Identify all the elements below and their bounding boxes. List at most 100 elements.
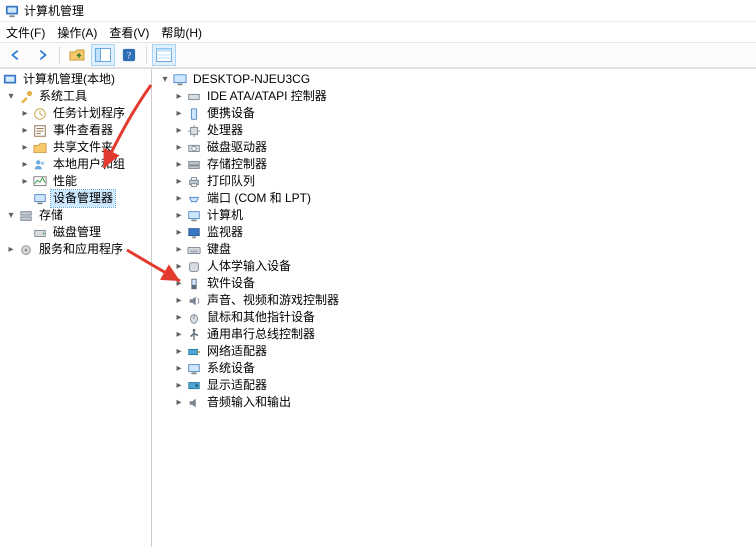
up-button[interactable] bbox=[65, 44, 89, 66]
help-button[interactable]: ? bbox=[117, 44, 141, 66]
node-network-adapters[interactable]: ▸网络适配器 bbox=[152, 343, 756, 360]
node-processors[interactable]: ▸处理器 bbox=[152, 122, 756, 139]
expand-icon[interactable]: ▸ bbox=[4, 243, 18, 257]
tree-label: 便携设备 bbox=[205, 105, 257, 122]
device-tree[interactable]: ▾ DESKTOP-NJEU3CG ▸IDE ATA/ATAPI 控制器 ▸ 便携… bbox=[152, 69, 756, 547]
expand-icon[interactable]: ▸ bbox=[172, 345, 186, 359]
menu-view[interactable]: 查看(V) bbox=[109, 24, 149, 41]
task-scheduler-icon bbox=[32, 106, 48, 122]
node-mice[interactable]: ▸ 鼠标和其他指针设备 bbox=[152, 309, 756, 326]
back-button[interactable] bbox=[4, 44, 28, 66]
node-shared-folders[interactable]: ▸ 共享文件夹 bbox=[0, 139, 151, 156]
expand-icon[interactable]: ▸ bbox=[18, 175, 32, 189]
expand-icon[interactable]: ▸ bbox=[172, 362, 186, 376]
expand-icon[interactable]: ▸ bbox=[18, 158, 32, 172]
node-storage-controllers[interactable]: ▸存储控制器 bbox=[152, 156, 756, 173]
expand-icon[interactable]: ▸ bbox=[172, 175, 186, 189]
tree-label: 端口 (COM 和 LPT) bbox=[205, 190, 313, 207]
collapse-icon[interactable]: ▾ bbox=[158, 73, 172, 87]
expand-icon[interactable]: ▸ bbox=[172, 311, 186, 325]
tree-label: 任务计划程序 bbox=[51, 105, 127, 122]
toolbar-separator bbox=[146, 46, 147, 64]
computer-icon bbox=[172, 72, 188, 88]
expand-icon[interactable]: ▸ bbox=[172, 226, 186, 240]
menu-action[interactable]: 操作(A) bbox=[57, 24, 97, 41]
tree-label: 音频输入和输出 bbox=[205, 394, 293, 411]
node-performance[interactable]: ▸ 性能 bbox=[0, 173, 151, 190]
node-keyboards[interactable]: ▸ 键盘 bbox=[152, 241, 756, 258]
system-device-icon bbox=[186, 361, 202, 377]
expand-icon[interactable]: ▸ bbox=[172, 107, 186, 121]
shared-folders-icon bbox=[32, 140, 48, 156]
expand-icon[interactable]: ▸ bbox=[18, 107, 32, 121]
tree-label: 磁盘管理 bbox=[51, 224, 103, 241]
node-task-scheduler[interactable]: ▸ 任务计划程序 bbox=[0, 105, 151, 122]
expand-icon[interactable]: ▸ bbox=[172, 192, 186, 206]
node-disk-management[interactable]: 磁盘管理 bbox=[0, 224, 151, 241]
tree-label: 系统设备 bbox=[205, 360, 257, 377]
expand-icon[interactable]: ▸ bbox=[172, 277, 186, 291]
menu-file[interactable]: 文件(F) bbox=[6, 24, 45, 41]
node-services-apps[interactable]: ▸ 服务和应用程序 bbox=[0, 241, 151, 258]
expand-icon[interactable]: ▸ bbox=[172, 328, 186, 342]
back-icon bbox=[9, 48, 23, 62]
toolbar: ? bbox=[0, 42, 756, 68]
expand-icon[interactable]: ▸ bbox=[172, 124, 186, 138]
node-hid[interactable]: ▸人体学输入设备 bbox=[152, 258, 756, 275]
expand-icon[interactable]: ▸ bbox=[172, 294, 186, 308]
node-print-queues[interactable]: ▸ 打印队列 bbox=[152, 173, 756, 190]
node-system-devices[interactable]: ▸ 系统设备 bbox=[152, 360, 756, 377]
expand-icon[interactable]: ▸ bbox=[172, 141, 186, 155]
node-usb-controllers[interactable]: ▸通用串行总线控制器 bbox=[152, 326, 756, 343]
tree-label: 键盘 bbox=[205, 241, 233, 258]
node-ports[interactable]: ▸ 端口 (COM 和 LPT) bbox=[152, 190, 756, 207]
expand-icon[interactable]: ▸ bbox=[172, 209, 186, 223]
display-adapter-icon bbox=[186, 378, 202, 394]
expand-icon[interactable]: ▸ bbox=[18, 124, 32, 138]
tree-label: 磁盘驱动器 bbox=[205, 139, 269, 156]
collapse-icon[interactable]: ▾ bbox=[4, 90, 18, 104]
services-icon bbox=[18, 242, 34, 258]
node-software-devices[interactable]: ▸软件设备 bbox=[152, 275, 756, 292]
expand-icon[interactable]: ▸ bbox=[18, 141, 32, 155]
node-computer-category[interactable]: ▸计算机 bbox=[152, 207, 756, 224]
expand-icon[interactable]: ▸ bbox=[172, 158, 186, 172]
console-root-icon bbox=[2, 72, 18, 88]
node-device-manager[interactable]: 设备管理器 bbox=[0, 190, 151, 207]
node-event-viewer[interactable]: ▸ 事件查看器 bbox=[0, 122, 151, 139]
node-disk-drives[interactable]: ▸ 磁盘驱动器 bbox=[152, 139, 756, 156]
tree-label: 鼠标和其他指针设备 bbox=[205, 309, 317, 326]
node-audio-io[interactable]: ▸ 音频输入和输出 bbox=[152, 394, 756, 411]
left-tree[interactable]: 计算机管理(本地) ▾ 系统工具 ▸ 任务计划程序 ▸ 事件查看器 ▸ 共享文件… bbox=[0, 69, 152, 547]
tree-label: 服务和应用程序 bbox=[37, 241, 125, 258]
collapse-icon[interactable]: ▾ bbox=[4, 209, 18, 223]
node-local-users[interactable]: ▸ 本地用户和组 bbox=[0, 156, 151, 173]
tree-label: 打印队列 bbox=[205, 173, 257, 190]
expand-icon[interactable]: ▸ bbox=[172, 396, 186, 410]
node-storage[interactable]: ▾ 存储 bbox=[0, 207, 151, 224]
menu-help[interactable]: 帮助(H) bbox=[161, 24, 202, 41]
node-monitors[interactable]: ▸监视器 bbox=[152, 224, 756, 241]
computer-category-icon bbox=[186, 208, 202, 224]
cpu-icon bbox=[186, 123, 202, 139]
forward-button[interactable] bbox=[30, 44, 54, 66]
expand-icon[interactable]: ▸ bbox=[172, 243, 186, 257]
expand-icon[interactable]: ▸ bbox=[172, 260, 186, 274]
node-system-tools[interactable]: ▾ 系统工具 bbox=[0, 88, 151, 105]
node-computer-management[interactable]: 计算机管理(本地) bbox=[0, 71, 151, 88]
expand-icon[interactable]: ▸ bbox=[172, 90, 186, 104]
node-computer-root[interactable]: ▾ DESKTOP-NJEU3CG bbox=[152, 71, 756, 88]
tree-pane-icon bbox=[95, 48, 111, 62]
details-button[interactable] bbox=[152, 44, 176, 66]
tree-label: 计算机管理(本地) bbox=[21, 71, 117, 88]
window-title: 计算机管理 bbox=[24, 2, 84, 19]
tree-label: 显示适配器 bbox=[205, 377, 269, 394]
show-hide-tree-button[interactable] bbox=[91, 44, 115, 66]
node-display-adapters[interactable]: ▸ 显示适配器 bbox=[152, 377, 756, 394]
node-ide-atapi[interactable]: ▸IDE ATA/ATAPI 控制器 bbox=[152, 88, 756, 105]
sound-icon bbox=[186, 293, 202, 309]
expand-icon[interactable]: ▸ bbox=[172, 379, 186, 393]
node-sound[interactable]: ▸声音、视频和游戏控制器 bbox=[152, 292, 756, 309]
ports-icon bbox=[186, 191, 202, 207]
node-portable-devices[interactable]: ▸ 便携设备 bbox=[152, 105, 756, 122]
